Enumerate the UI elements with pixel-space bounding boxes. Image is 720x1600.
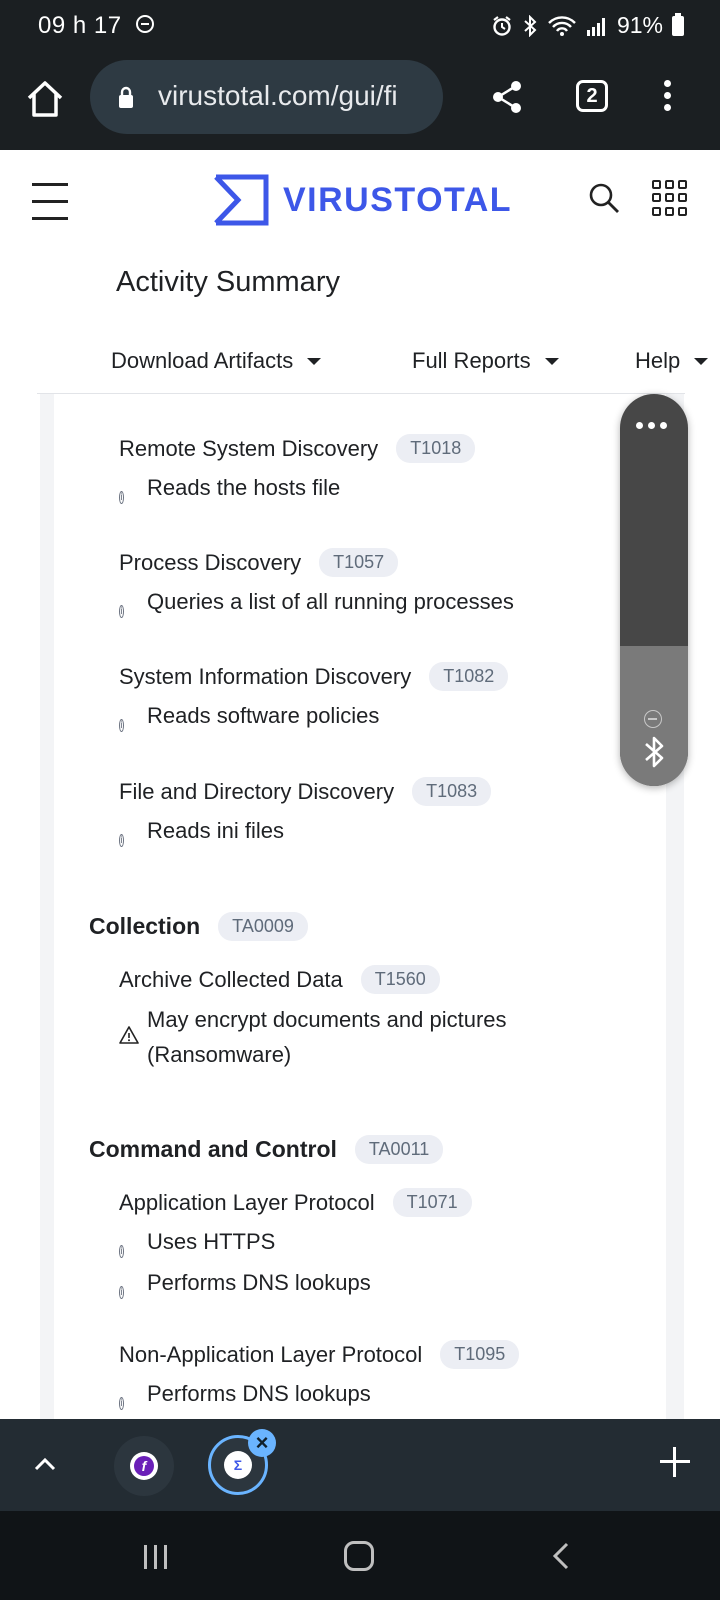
back-icon[interactable] [550,1541,572,1571]
caret-down-icon [307,357,322,365]
signal-icon [586,17,605,36]
help-label: Help [635,348,681,373]
more-horiz-icon[interactable] [636,422,667,429]
chevron-up-icon[interactable] [32,1451,58,1477]
technique-detail: May encrypt documents and pictures [147,1007,507,1032]
tab-thumbnail[interactable]: f [114,1436,174,1496]
address-bar[interactable]: virustotal.com/gui/fi [90,60,443,134]
info-icon: i [119,605,124,618]
technique-item: Non-Application Layer Protocol T1095 i Per… [119,1340,520,1412]
battery-percent: 91% [616,12,663,38]
technique-name: Process Discovery [119,549,302,575]
page-title: Activity Summary [116,266,340,298]
info-icon: i [119,1286,124,1299]
full-reports-menu[interactable]: Full Reports [412,348,559,374]
technique-id-badge[interactable]: T1018 [396,434,476,463]
tactic-name: Collection [89,913,201,939]
tactic-id-badge[interactable]: TA0009 [218,912,308,941]
wifi-icon [548,15,576,36]
technique-item: Archive Collected Data T1560 May encrypt … [119,965,507,1072]
tactic-header: Command and Control TA0011 [89,1135,444,1164]
tab-strip: f Σ × [0,1419,720,1511]
caret-down-icon [694,357,709,365]
logo-text: VIRUSTOTAL [283,180,513,219]
logo-mark-icon [214,174,269,226]
lock-icon [119,86,133,108]
battery-icon [672,12,684,36]
technique-name: Remote System Discovery [119,435,379,461]
home-button[interactable] [344,1541,374,1571]
system-nav-bar [0,1511,720,1600]
technique-id-badge[interactable]: T1560 [360,965,440,994]
dnd-icon[interactable] [644,710,662,728]
technique-detail: Reads ini files [147,818,284,843]
warning-icon [119,1026,139,1044]
technique-name: File and Directory Discovery [119,778,395,804]
caret-down-icon [544,357,559,365]
technique-detail: Reads the hosts file [147,475,341,500]
hamburger-icon[interactable] [32,183,68,220]
technique-id-badge[interactable]: T1095 [440,1340,520,1369]
bluetooth-status-icon [524,14,537,37]
technique-detail: Performs DNS lookups [147,1381,371,1406]
help-menu[interactable]: Help [635,348,709,374]
bluetooth-icon[interactable] [640,734,668,770]
alarm-icon [493,15,511,36]
report-nav: Download Artifacts Full Reports Help [0,340,720,396]
apps-grid-icon[interactable] [652,180,688,216]
info-icon: i [119,834,124,847]
technique-detail: Performs DNS lookups [147,1270,371,1295]
technique-detail: Uses HTTPS [147,1229,276,1254]
tab-count-button[interactable]: 2 [576,80,608,112]
plus-icon[interactable] [660,1447,690,1477]
technique-id-badge[interactable]: T1057 [319,548,399,577]
recents-button[interactable] [144,1545,172,1569]
technique-item: File and Directory Discovery T1083 i Reads… [119,777,492,849]
technique-name: Non-Application Layer Protocol [119,1341,423,1367]
full-reports-label: Full Reports [412,348,531,373]
site-header: VIRUSTOTAL [0,150,720,250]
status-bar: 09 h 17 91% [0,0,720,50]
download-artifacts-menu[interactable]: Download Artifacts [111,348,322,374]
info-icon: i [119,1397,124,1410]
info-icon: i [119,1245,124,1258]
technique-item: System Information Discovery T1082 i Reads… [119,662,509,734]
technique-item: Application Layer Protocol T1071 i Uses HT… [119,1188,472,1301]
close-icon[interactable]: × [248,1429,276,1457]
tactic-name: Command and Control [89,1136,337,1162]
technique-name: System Information Discovery [119,663,412,689]
technique-item: Process Discovery T1057 i Queries a list o… [119,548,514,620]
technique-item: Remote System Discovery T1018 i Reads the … [119,434,476,506]
app-icon: f [134,1456,154,1476]
tactic-id-badge[interactable]: TA0011 [354,1135,444,1164]
share-icon[interactable] [490,80,524,114]
technique-detail: Queries a list of all running processes [147,589,514,614]
url-text: virustotal.com/gui/fi [158,80,398,111]
home-icon[interactable] [24,78,66,120]
technique-id-badge[interactable]: T1082 [429,662,509,691]
floating-panel[interactable] [620,394,688,786]
search-icon[interactable] [588,182,620,214]
technique-name: Application Layer Protocol [119,1189,375,1215]
more-vert-icon[interactable] [657,80,677,116]
technique-detail: Reads software policies [147,703,380,728]
status-time: 09 h 17 [38,12,122,39]
dnd-icon [136,15,154,33]
technique-id-badge[interactable]: T1071 [392,1188,472,1217]
virustotal-tab-icon: Σ [224,1451,252,1479]
info-icon: i [119,491,124,504]
technique-name: Archive Collected Data [119,966,343,992]
download-artifacts-label: Download Artifacts [111,348,294,373]
status-right: 91% [491,12,684,39]
browser-toolbar: virustotal.com/gui/fi 2 [0,50,720,150]
tactic-header: Collection TA0009 [89,912,308,941]
virustotal-logo[interactable]: VIRUSTOTAL [213,174,512,226]
technique-detail-cont: (Ransomware) [147,1042,292,1067]
info-icon: i [119,719,124,732]
technique-id-badge[interactable]: T1083 [412,777,492,806]
